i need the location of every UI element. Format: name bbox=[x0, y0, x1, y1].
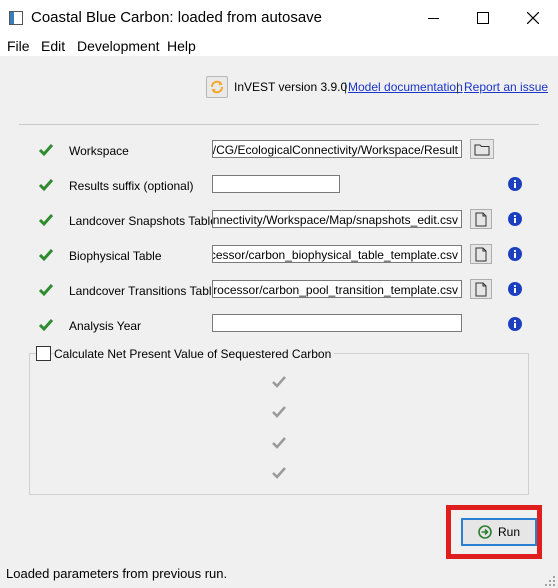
title-bar: Coastal Blue Carbon: loaded from autosav… bbox=[0, 0, 558, 36]
analysis-year-label: Analysis Year bbox=[69, 319, 142, 333]
file-icon bbox=[475, 212, 487, 226]
status-text: Loaded parameters from previous run. bbox=[6, 566, 228, 581]
menu-development[interactable]: Development bbox=[77, 38, 160, 54]
disabled-check-icon bbox=[272, 376, 286, 388]
transitions-table-label: Landcover Transitions Table bbox=[69, 284, 219, 298]
info-icon[interactable] bbox=[508, 247, 522, 261]
disabled-check-icon bbox=[272, 406, 286, 418]
snapshots-table-label: Landcover Snapshots Table bbox=[69, 214, 217, 228]
info-icon[interactable] bbox=[508, 317, 522, 331]
app-window-icon bbox=[9, 11, 23, 25]
browse-file-button[interactable] bbox=[470, 209, 492, 229]
info-icon[interactable] bbox=[508, 282, 522, 296]
run-label: Run bbox=[497, 525, 520, 539]
results-suffix-input[interactable] bbox=[212, 175, 340, 193]
disabled-check-icon bbox=[272, 467, 286, 479]
biophysical-table-label: Biophysical Table bbox=[69, 249, 162, 263]
valid-check-icon bbox=[38, 179, 54, 192]
run-arrow-icon bbox=[478, 525, 492, 539]
disabled-check-icon bbox=[272, 437, 286, 449]
file-icon bbox=[475, 247, 487, 261]
window-title: Coastal Blue Carbon: loaded from autosav… bbox=[31, 9, 323, 26]
refresh-icon bbox=[211, 80, 223, 94]
close-icon bbox=[527, 12, 539, 24]
valid-check-icon bbox=[38, 249, 54, 262]
close-button[interactable] bbox=[508, 0, 558, 36]
version-label: InVEST version 3.9.0 bbox=[234, 80, 348, 94]
results-suffix-label: Results suffix (optional) bbox=[69, 179, 194, 193]
maximize-icon bbox=[477, 12, 489, 24]
menu-bar: File Edit Development Help bbox=[0, 36, 558, 56]
npv-checkbox[interactable] bbox=[36, 346, 51, 361]
workspace-label: Workspace bbox=[69, 144, 129, 158]
snapshots-table-input[interactable]: calConnectivity/Workspace/Map/snapshots_… bbox=[212, 210, 462, 228]
analysis-year-input[interactable] bbox=[212, 314, 462, 332]
folder-icon bbox=[474, 144, 490, 155]
model-documentation-link[interactable]: Model documentation bbox=[348, 80, 463, 94]
browse-folder-button[interactable] bbox=[470, 139, 494, 159]
resize-grip-icon[interactable] bbox=[544, 575, 556, 587]
file-icon bbox=[475, 282, 487, 296]
separator: | bbox=[456, 80, 460, 94]
transitions-table-input[interactable]: preprocessor/carbon_pool_transition_temp… bbox=[212, 280, 462, 298]
menu-edit[interactable]: Edit bbox=[41, 38, 65, 54]
info-icon[interactable] bbox=[508, 177, 522, 191]
maximize-button[interactable] bbox=[458, 0, 508, 36]
valid-check-icon bbox=[38, 144, 54, 157]
browse-file-button[interactable] bbox=[470, 244, 492, 264]
info-icon[interactable] bbox=[508, 212, 522, 226]
valid-check-icon bbox=[38, 319, 54, 332]
run-button[interactable]: Run bbox=[461, 518, 537, 546]
valid-check-icon bbox=[38, 284, 54, 297]
separator: | bbox=[344, 80, 348, 94]
menu-help[interactable]: Help bbox=[167, 38, 196, 54]
minimize-button[interactable] bbox=[408, 0, 458, 36]
report-issue-link[interactable]: Report an issue bbox=[464, 80, 548, 94]
valid-check-icon bbox=[38, 214, 54, 227]
npv-label: Calculate Net Present Value of Sequester… bbox=[54, 347, 335, 361]
refresh-button[interactable] bbox=[206, 76, 228, 98]
minimize-icon bbox=[427, 17, 439, 19]
workspace-input[interactable]: y tính/CG/EcologicalConnectivity/Workspa… bbox=[212, 140, 462, 158]
biophysical-table-input[interactable]: eprocessor/carbon_biophysical_table_temp… bbox=[212, 245, 462, 263]
browse-file-button[interactable] bbox=[470, 279, 492, 299]
menu-file[interactable]: File bbox=[7, 38, 30, 54]
